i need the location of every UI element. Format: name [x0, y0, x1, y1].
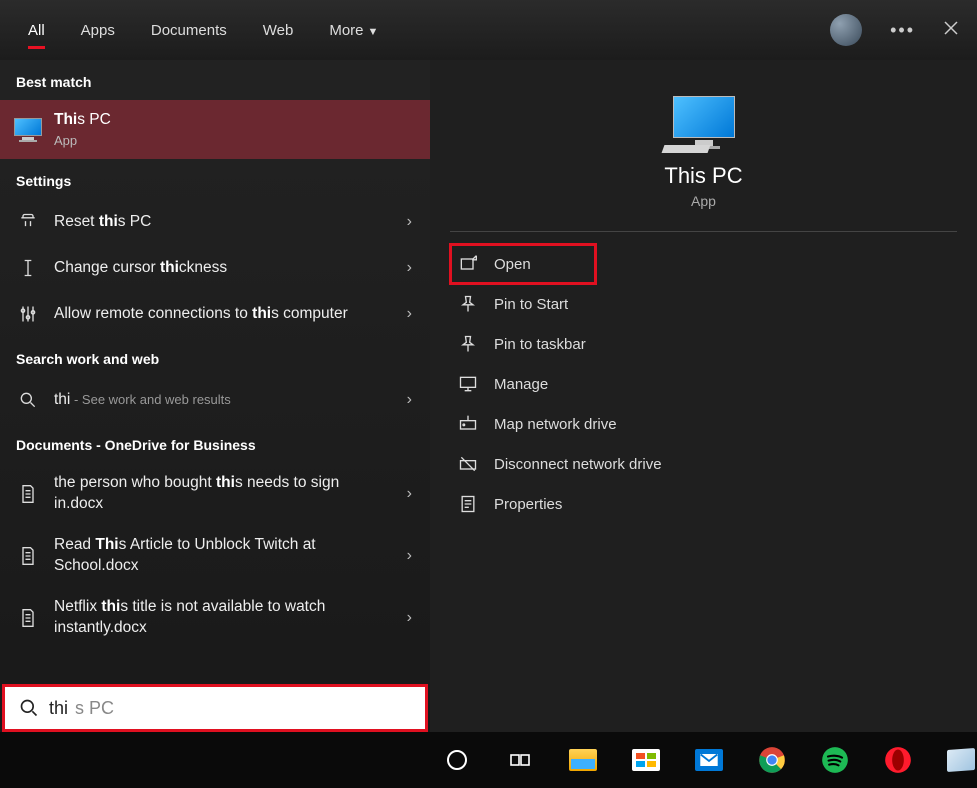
search-input[interactable]: [49, 698, 411, 719]
chevron-right-icon: ›: [407, 213, 412, 231]
chrome-icon[interactable]: [755, 743, 788, 777]
monitor-icon: [458, 374, 478, 394]
chevron-right-icon: ›: [407, 391, 412, 409]
action-pin-start[interactable]: Pin to Start: [430, 284, 977, 324]
search-icon: [19, 698, 39, 718]
drive-icon: [458, 414, 478, 434]
search-input-container[interactable]: s PC: [2, 684, 428, 732]
result-web-search[interactable]: thi - See work and web results ›: [0, 377, 430, 423]
chevron-down-icon: ▼: [368, 26, 379, 38]
result-remote-connections[interactable]: Allow remote connections to this compute…: [0, 291, 430, 337]
cursor-icon: [16, 258, 40, 278]
pc-icon: [16, 118, 40, 142]
section-documents-onedrive: Documents - OneDrive for Business: [0, 423, 430, 463]
result-cursor-thickness[interactable]: Change cursor thickness ›: [0, 245, 430, 291]
result-reset-pc[interactable]: Reset this PC ›: [0, 199, 430, 245]
cortana-icon[interactable]: [440, 743, 473, 777]
microsoft-store-icon[interactable]: [629, 743, 662, 777]
pc-icon: [669, 96, 739, 153]
document-icon: [16, 484, 40, 504]
section-best-match: Best match: [0, 60, 430, 100]
preview-title: This PC: [430, 163, 977, 189]
section-work-web: Search work and web: [0, 337, 430, 377]
divider: [450, 231, 957, 232]
drive-disconnect-icon: [458, 454, 478, 474]
tab-more[interactable]: More▼: [311, 4, 396, 57]
result-doc-3[interactable]: Netflix this title is not available to w…: [0, 587, 430, 649]
file-explorer-icon[interactable]: [566, 743, 599, 777]
mail-icon[interactable]: [692, 743, 725, 777]
pin-icon: [458, 294, 478, 314]
tab-apps[interactable]: Apps: [63, 4, 133, 57]
notepad-icon[interactable]: [944, 743, 977, 777]
taskbar: [0, 732, 977, 788]
results-list: Best match This PC App Settings Reset th…: [0, 60, 430, 732]
action-properties[interactable]: Properties: [430, 484, 977, 524]
document-icon: [16, 546, 40, 566]
tab-documents[interactable]: Documents: [133, 4, 245, 57]
section-settings: Settings: [0, 159, 430, 199]
result-doc-1[interactable]: the person who bought this needs to sign…: [0, 463, 430, 525]
preview-subtitle: App: [430, 193, 977, 209]
chevron-right-icon: ›: [407, 609, 412, 627]
tab-all[interactable]: All: [10, 4, 63, 57]
chevron-right-icon: ›: [407, 485, 412, 503]
result-title: This PC App: [54, 110, 414, 149]
chevron-right-icon: ›: [407, 547, 412, 565]
search-filter-tabs: All Apps Documents Web More▼ •••: [0, 0, 977, 60]
action-open[interactable]: Open: [450, 244, 596, 284]
open-icon: [458, 254, 478, 274]
opera-icon[interactable]: [881, 743, 914, 777]
close-icon[interactable]: [943, 20, 959, 41]
search-icon: [16, 390, 40, 410]
properties-icon: [458, 494, 478, 514]
user-avatar[interactable]: [830, 14, 862, 46]
pin-icon: [458, 334, 478, 354]
chevron-right-icon: ›: [407, 259, 412, 277]
tab-web[interactable]: Web: [245, 4, 312, 57]
result-doc-2[interactable]: Read This Article to Unblock Twitch at S…: [0, 525, 430, 587]
action-map-drive[interactable]: Map network drive: [430, 404, 977, 444]
action-manage[interactable]: Manage: [430, 364, 977, 404]
action-pin-taskbar[interactable]: Pin to taskbar: [430, 324, 977, 364]
spotify-icon[interactable]: [818, 743, 851, 777]
preview-pane: This PC App Open Pin to Start Pin to tas…: [430, 60, 977, 732]
document-icon: [16, 608, 40, 628]
action-disconnect-drive[interactable]: Disconnect network drive: [430, 444, 977, 484]
result-this-pc[interactable]: This PC App: [0, 100, 430, 159]
task-view-icon[interactable]: [503, 743, 536, 777]
sliders-icon: [16, 304, 40, 324]
more-options-icon[interactable]: •••: [890, 20, 915, 41]
reset-icon: [16, 212, 40, 232]
chevron-right-icon: ›: [407, 305, 412, 323]
